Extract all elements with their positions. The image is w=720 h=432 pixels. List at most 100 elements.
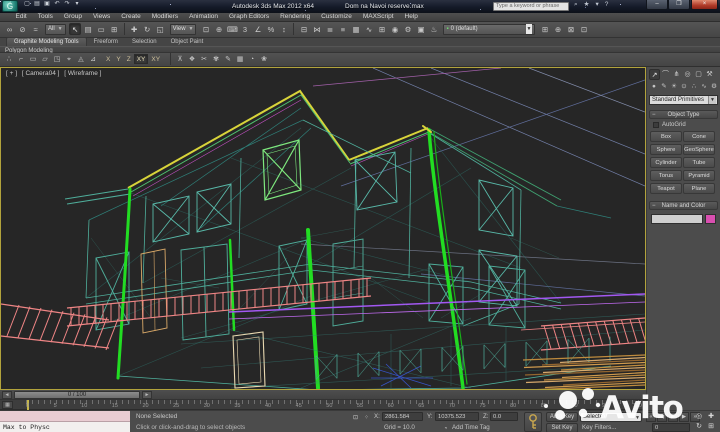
auto-key-button[interactable]: Auto Key bbox=[546, 412, 578, 422]
maximize-viewport-icon[interactable]: ⊞ bbox=[705, 422, 717, 432]
time-slider[interactable]: ◄ 0 / 100 ► bbox=[0, 390, 646, 400]
project-folder-icon[interactable]: ▾ bbox=[72, 0, 82, 9]
space-warps-icon[interactable]: ∿ bbox=[699, 82, 709, 92]
modifier-icon[interactable]: ⊿ bbox=[87, 54, 99, 65]
select-object-icon[interactable]: ↖ bbox=[69, 23, 82, 36]
schematic-view-icon[interactable]: ⊞ bbox=[376, 23, 388, 35]
render-setup-icon[interactable]: ⚙ bbox=[402, 23, 414, 35]
zoom-icon[interactable]: ◎ bbox=[693, 412, 705, 422]
redo-icon[interactable]: ↷ bbox=[62, 0, 72, 9]
name-color-rollout[interactable]: − Name and Color bbox=[649, 201, 718, 210]
select-and-link-icon[interactable]: ∞ bbox=[4, 23, 16, 35]
utilities-tab-icon[interactable]: ⚒ bbox=[704, 69, 715, 80]
select-scale-icon[interactable]: ◱ bbox=[154, 23, 166, 35]
shapes-icon[interactable]: ✎ bbox=[659, 82, 669, 92]
element-mode-icon[interactable]: ◳ bbox=[51, 54, 63, 65]
time-slider-handle[interactable]: 0 / 100 bbox=[14, 391, 140, 399]
viewport-shading-menu[interactable]: [ Wireframe ] bbox=[64, 70, 101, 77]
camera-viewport[interactable]: [ + ] [ Camera04 ] [ Wireframe ] bbox=[0, 67, 646, 390]
pan-hand-icon[interactable]: ✚ bbox=[705, 412, 717, 422]
set-keys-button[interactable] bbox=[524, 412, 542, 432]
rectangular-selection-icon[interactable]: ▭ bbox=[95, 23, 107, 35]
polygon-modeling-panel-header[interactable]: Polygon Modeling bbox=[0, 45, 720, 54]
select-move-icon[interactable]: ✚ bbox=[128, 23, 140, 35]
help-icon[interactable]: ? bbox=[605, 0, 609, 9]
lights-icon[interactable]: ☀ bbox=[669, 82, 679, 92]
align-icon[interactable]: ≣ bbox=[324, 23, 336, 35]
maximize-button[interactable]: ❐ bbox=[668, 0, 690, 10]
motion-tab-icon[interactable]: ◎ bbox=[682, 69, 693, 80]
next-frame-icon[interactable]: ▶ bbox=[679, 412, 689, 422]
play-icon[interactable]: ▶ bbox=[668, 412, 678, 422]
ribbon-toggle-icon[interactable]: ▦ bbox=[350, 23, 362, 35]
helpers-icon[interactable]: ∴ bbox=[689, 82, 699, 92]
z-coordinate-field[interactable]: 0.0 bbox=[490, 412, 518, 421]
object-type-rollout[interactable]: − Object Type bbox=[649, 110, 718, 119]
percent-snap-icon[interactable]: % bbox=[265, 23, 277, 35]
reference-coordinate-combo[interactable]: View ▼ bbox=[169, 23, 197, 35]
object-color-swatch[interactable] bbox=[705, 214, 716, 224]
attach-icon[interactable]: ❖ bbox=[186, 54, 198, 65]
collapse-icon[interactable]: ⊼ bbox=[174, 54, 186, 65]
object-name-input[interactable] bbox=[651, 214, 703, 224]
viewport-pov-menu[interactable]: [ Camera04 ] bbox=[22, 70, 60, 77]
select-objects-in-layer-icon[interactable]: ⊠ bbox=[565, 23, 577, 35]
swift-loop-icon[interactable]: ✾ bbox=[210, 54, 222, 65]
selection-set-combo[interactable]: Selected ▼ bbox=[580, 412, 642, 422]
select-by-name-icon[interactable]: ▤ bbox=[82, 23, 94, 35]
add-selection-to-layer-icon[interactable]: ⊕ bbox=[552, 23, 564, 35]
hierarchy-tab-icon[interactable]: ⋔ bbox=[671, 69, 682, 80]
material-editor-icon[interactable]: ◉ bbox=[389, 23, 401, 35]
nurms-icon[interactable]: ◔ bbox=[246, 54, 258, 65]
quadrify-icon[interactable]: ▦ bbox=[234, 54, 246, 65]
close-button[interactable]: × bbox=[691, 0, 718, 10]
favorites-icon[interactable]: ▾ bbox=[595, 0, 598, 9]
current-frame-field[interactable]: 0 bbox=[652, 423, 690, 432]
next-frame-arrow[interactable]: ► bbox=[142, 391, 152, 399]
set-current-layer-icon[interactable]: ⊡ bbox=[578, 23, 590, 35]
communication-center-icon[interactable]: ★ bbox=[584, 0, 590, 9]
autogrid-checkbox[interactable]: AutoGrid bbox=[653, 122, 686, 128]
object-class-combo[interactable]: Standard Primitives ▼ bbox=[649, 95, 718, 105]
geometry-icon[interactable]: ● bbox=[649, 82, 659, 92]
rendered-frame-icon[interactable]: ▣ bbox=[415, 23, 427, 35]
go-to-start-icon[interactable]: « bbox=[646, 412, 656, 422]
angle-snap-icon[interactable]: ∠ bbox=[252, 23, 264, 35]
paint-connect-icon[interactable]: ✎ bbox=[222, 54, 234, 65]
spinner-snap-icon[interactable]: ↕ bbox=[278, 23, 290, 35]
layer-combo[interactable]: ▪ 0 (default) ▼ bbox=[443, 23, 536, 35]
pivot-icon[interactable]: ⌖ bbox=[63, 54, 75, 65]
create-tab-icon[interactable]: ↗ bbox=[649, 69, 660, 80]
prev-frame-arrow[interactable]: ◄ bbox=[2, 391, 12, 399]
prev-frame-icon[interactable]: ◀ bbox=[657, 412, 667, 422]
keyboard-override-icon[interactable]: ⌨ bbox=[226, 23, 238, 35]
edge-mode-icon[interactable]: ⌐ bbox=[15, 54, 27, 65]
modify-tab-icon[interactable]: ⌒ bbox=[660, 69, 671, 80]
selection-filter-combo[interactable]: All ▼ bbox=[45, 23, 66, 35]
application-button[interactable]: Ǵ bbox=[2, 0, 18, 12]
listener-pane[interactable]: Max to Physc bbox=[0, 422, 130, 432]
named-selection-sets-icon[interactable]: ⊟ bbox=[298, 23, 310, 35]
window-crossing-icon[interactable]: ⊞ bbox=[108, 23, 120, 35]
minimize-button[interactable]: – bbox=[646, 0, 668, 10]
y-coordinate-field[interactable]: 10375.523 bbox=[435, 412, 479, 421]
generate-topology-icon[interactable]: ❀ bbox=[258, 54, 270, 65]
systems-icon[interactable]: ⚙ bbox=[709, 82, 719, 92]
mini-curve-editor-button[interactable]: ▦ bbox=[2, 401, 13, 409]
maxscript-mini-listener[interactable]: Max to Physc bbox=[0, 411, 130, 432]
mirror-icon[interactable]: ⋈ bbox=[311, 23, 323, 35]
slice-icon[interactable]: ✂ bbox=[198, 54, 210, 65]
track-bar[interactable]: ▦ 0 5 10 15 20 25 30 35 40 45 50 55 60 65 70 75 80 85 90 95… bbox=[0, 400, 646, 410]
add-time-tag[interactable]: Add Time Tag bbox=[452, 424, 490, 431]
key-filters-link[interactable]: Key Filters... bbox=[582, 424, 616, 431]
x-coordinate-field[interactable]: 2861.584 bbox=[382, 412, 423, 421]
border-mode-icon[interactable]: ▭ bbox=[27, 54, 39, 65]
viewport-general-menu[interactable]: [ + ] bbox=[6, 70, 17, 77]
cameras-icon[interactable]: ⊙ bbox=[679, 82, 689, 92]
transform-typein-icon[interactable]: ⁘ bbox=[362, 412, 372, 422]
save-file-icon[interactable]: ▣ bbox=[42, 0, 52, 9]
use-pivot-center-icon[interactable]: ⊡ bbox=[200, 23, 212, 35]
preview-icon[interactable]: ◬ bbox=[75, 54, 87, 65]
orbit-icon[interactable]: ↻ bbox=[693, 422, 705, 432]
undo-icon[interactable]: ↶ bbox=[52, 0, 62, 9]
